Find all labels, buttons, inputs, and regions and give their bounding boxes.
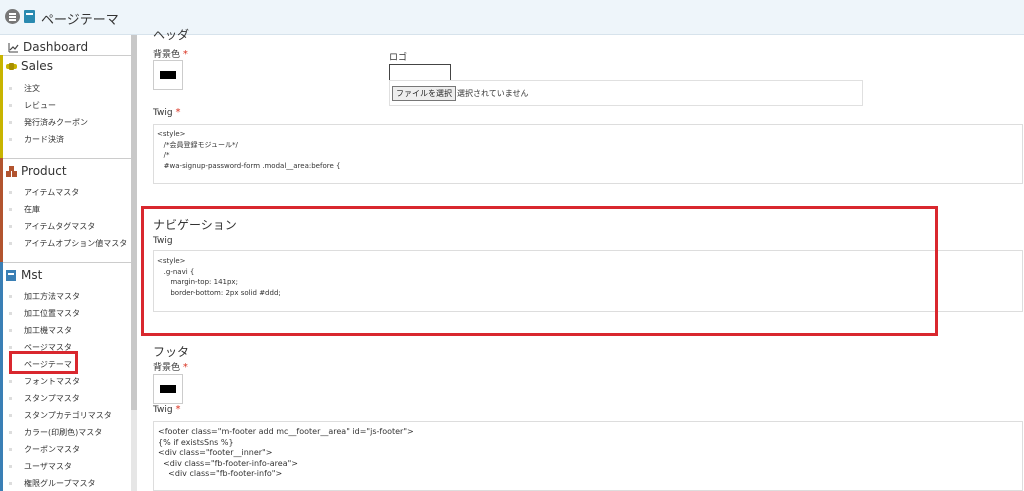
header-bg-color-picker[interactable] (153, 60, 183, 90)
footer-twig-editor[interactable]: <footer class="m-footer add mc__footer__… (153, 421, 1023, 491)
sidebar-section-label: Product (21, 164, 67, 178)
hamburger-menu-icon[interactable] (5, 9, 20, 24)
logo-file-input[interactable]: ファイルを選択 選択されていません (389, 80, 863, 106)
sidebar-item-issued-coupons[interactable]: 発行済みクーポン (9, 117, 88, 128)
sidebar-section-label: Mst (21, 268, 43, 282)
sidebar-item-processing-position-master[interactable]: 加工位置マスタ (9, 308, 80, 319)
sidebar-item-item-option-value-master[interactable]: アイテムオプション値マスタ (9, 238, 127, 249)
header-section-title: ヘッダ (153, 28, 190, 42)
boxes-icon (6, 165, 17, 177)
main-content: ヘッダ 背景色 * ロゴ ファイルを選択 選択されていません Twig * <s… (137, 28, 1024, 491)
sidebar-section-header-sales[interactable]: Sales (6, 59, 53, 73)
sidebar-item-stamp-master[interactable]: スタンプマスタ (9, 393, 80, 404)
sidebar-item-user-master[interactable]: ユーザマスタ (9, 461, 72, 472)
sidebar-item-card-payment[interactable]: カード決済 (9, 134, 64, 145)
sidebar-item-item-master[interactable]: アイテムマスタ (9, 187, 79, 198)
logo-label: ロゴ (389, 53, 408, 63)
sidebar-item-orders[interactable]: 注文 (9, 83, 40, 94)
sidebar: Dashboard Sales 注文 レビュー 発行済みクーポン カード決済 P… (0, 35, 131, 491)
sidebar-item-dashboard[interactable]: Dashboard (8, 40, 88, 54)
sidebar-item-item-tag-master[interactable]: アイテムタグマスタ (9, 221, 95, 232)
highlight-box (9, 351, 78, 374)
sidebar-section-header-mst[interactable]: Mst (6, 268, 42, 282)
handshake-icon (6, 62, 17, 70)
header-bg-label: 背景色 * (153, 49, 188, 60)
sidebar-item-label: Dashboard (23, 40, 89, 54)
sidebar-item-stock[interactable]: 在庫 (9, 204, 40, 215)
sidebar-section-header-product[interactable]: Product (6, 164, 67, 178)
page-title: ページテーマ (41, 13, 119, 28)
highlight-box (141, 206, 938, 336)
choose-file-button[interactable]: ファイルを選択 (392, 86, 456, 101)
page-theme-icon (24, 10, 35, 23)
footer-section-title: フッタ (153, 345, 190, 359)
sidebar-item-reviews[interactable]: レビュー (9, 100, 56, 111)
sidebar-section-label: Sales (21, 59, 53, 73)
header-twig-editor[interactable]: <style> /*会員登録モジュール*/ /* #wa-signup-pass… (153, 124, 1023, 184)
sidebar-item-coupon-master[interactable]: クーポンマスタ (9, 444, 80, 455)
sidebar-item-color-master[interactable]: カラー(印刷色)マスタ (9, 427, 102, 438)
logo-preview (389, 64, 451, 81)
book-icon (6, 269, 16, 281)
sidebar-item-permission-group-master[interactable]: 権限グループマスタ (9, 478, 96, 489)
footer-bg-color-picker[interactable] (153, 374, 183, 404)
chart-icon (8, 42, 19, 52)
file-status-text: 選択されていません (457, 89, 529, 98)
footer-bg-label: 背景色 * (153, 362, 188, 373)
sidebar-item-font-master[interactable]: フォントマスタ (9, 376, 80, 387)
header-twig-label: Twig * (153, 107, 181, 118)
sidebar-item-processing-method-master[interactable]: 加工方法マスタ (9, 291, 80, 302)
footer-twig-label: Twig * (153, 404, 181, 415)
sidebar-item-processing-machine-master[interactable]: 加工機マスタ (9, 325, 72, 336)
sidebar-item-stamp-category-master[interactable]: スタンプカテゴリマスタ (9, 410, 112, 421)
